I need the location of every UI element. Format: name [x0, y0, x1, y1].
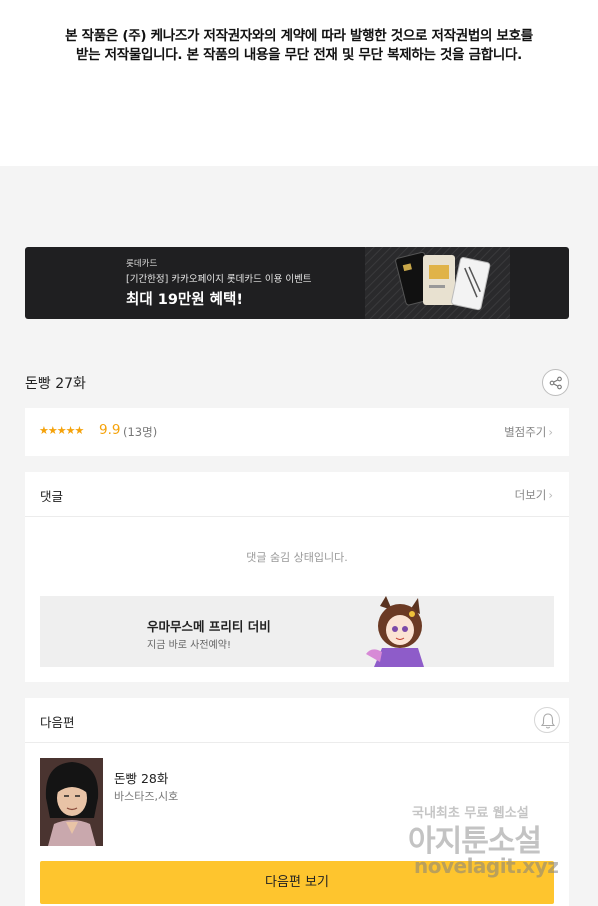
copyright-line-2: 받는 저작물입니다. 본 작품의 내용을 무단 전재 및 무단 복제하는 것을 …	[76, 47, 522, 63]
credit-cards-image	[365, 247, 510, 319]
anime-character-image	[366, 596, 424, 667]
rating-section: ★★★★★ 9.9 (13명) 별점주기 ›	[25, 408, 569, 456]
next-episode-authors: 바스타즈,시호	[114, 790, 179, 803]
episode-cover-image	[40, 758, 103, 846]
chevron-right-icon: ›	[548, 425, 553, 439]
ad-subtitle: 지금 바로 사전예약!	[147, 640, 231, 651]
comments-more-button[interactable]: 더보기 ›	[515, 487, 553, 503]
bell-icon	[540, 713, 556, 729]
rate-button-label: 별점주기	[504, 425, 547, 439]
next-episode-thumbnail[interactable]	[40, 758, 103, 846]
promo-banner[interactable]: 롯데카드 [기간한정] 카카오페이지 롯데카드 이용 이벤트 최대 19만원 혜…	[25, 247, 569, 319]
share-button[interactable]	[542, 369, 569, 396]
rating-score: 9.9	[99, 422, 121, 438]
next-episode-title: 다음편	[40, 715, 75, 730]
comments-header: 댓글 더보기 ›	[25, 472, 569, 517]
rate-button[interactable]: 별점주기 ›	[504, 424, 553, 440]
next-episode-section: 다음편 돈빵 28화 바스타즈,시호 다음편 보기	[25, 698, 569, 906]
rating-stars: ★★★★★	[39, 424, 84, 437]
next-episode-name[interactable]: 돈빵 28화	[114, 768, 168, 787]
next-episode-header: 다음편	[25, 698, 569, 743]
next-episode-button[interactable]: 다음편 보기	[40, 861, 554, 904]
copyright-line-1: 본 작품은 (주) 케나즈가 저작권자와의 계약에 따라 발행한 것으로 저작권…	[65, 28, 533, 44]
copyright-notice: 본 작품은 (주) 케나즈가 저작권자와의 계약에 따라 발행한 것으로 저작권…	[0, 0, 598, 166]
comments-hidden-message: 댓글 숨김 상태입니다.	[246, 551, 348, 564]
share-icon	[549, 376, 562, 390]
comments-more-label: 더보기	[514, 488, 547, 502]
rating-count: (13명)	[123, 425, 158, 439]
ad-title: 우마무스메 프리티 더비	[147, 619, 271, 634]
banner-headline: 최대 19만원 혜택!	[126, 292, 243, 308]
game-ad-banner[interactable]: 우마무스메 프리티 더비 지금 바로 사전예약!	[40, 596, 554, 667]
banner-subtitle: [기간한정] 카카오페이지 롯데카드 이용 이벤트	[126, 274, 312, 285]
notification-button[interactable]	[534, 707, 560, 733]
comments-title: 댓글	[40, 489, 64, 504]
chevron-right-icon: ›	[548, 488, 553, 502]
comments-section: 댓글 더보기 › 댓글 숨김 상태입니다. 우마무스메 프리티 더비 지금 바로 …	[25, 472, 569, 682]
banner-brand: 롯데카드	[126, 259, 158, 269]
episode-title: 돈빵 27화	[25, 376, 86, 392]
